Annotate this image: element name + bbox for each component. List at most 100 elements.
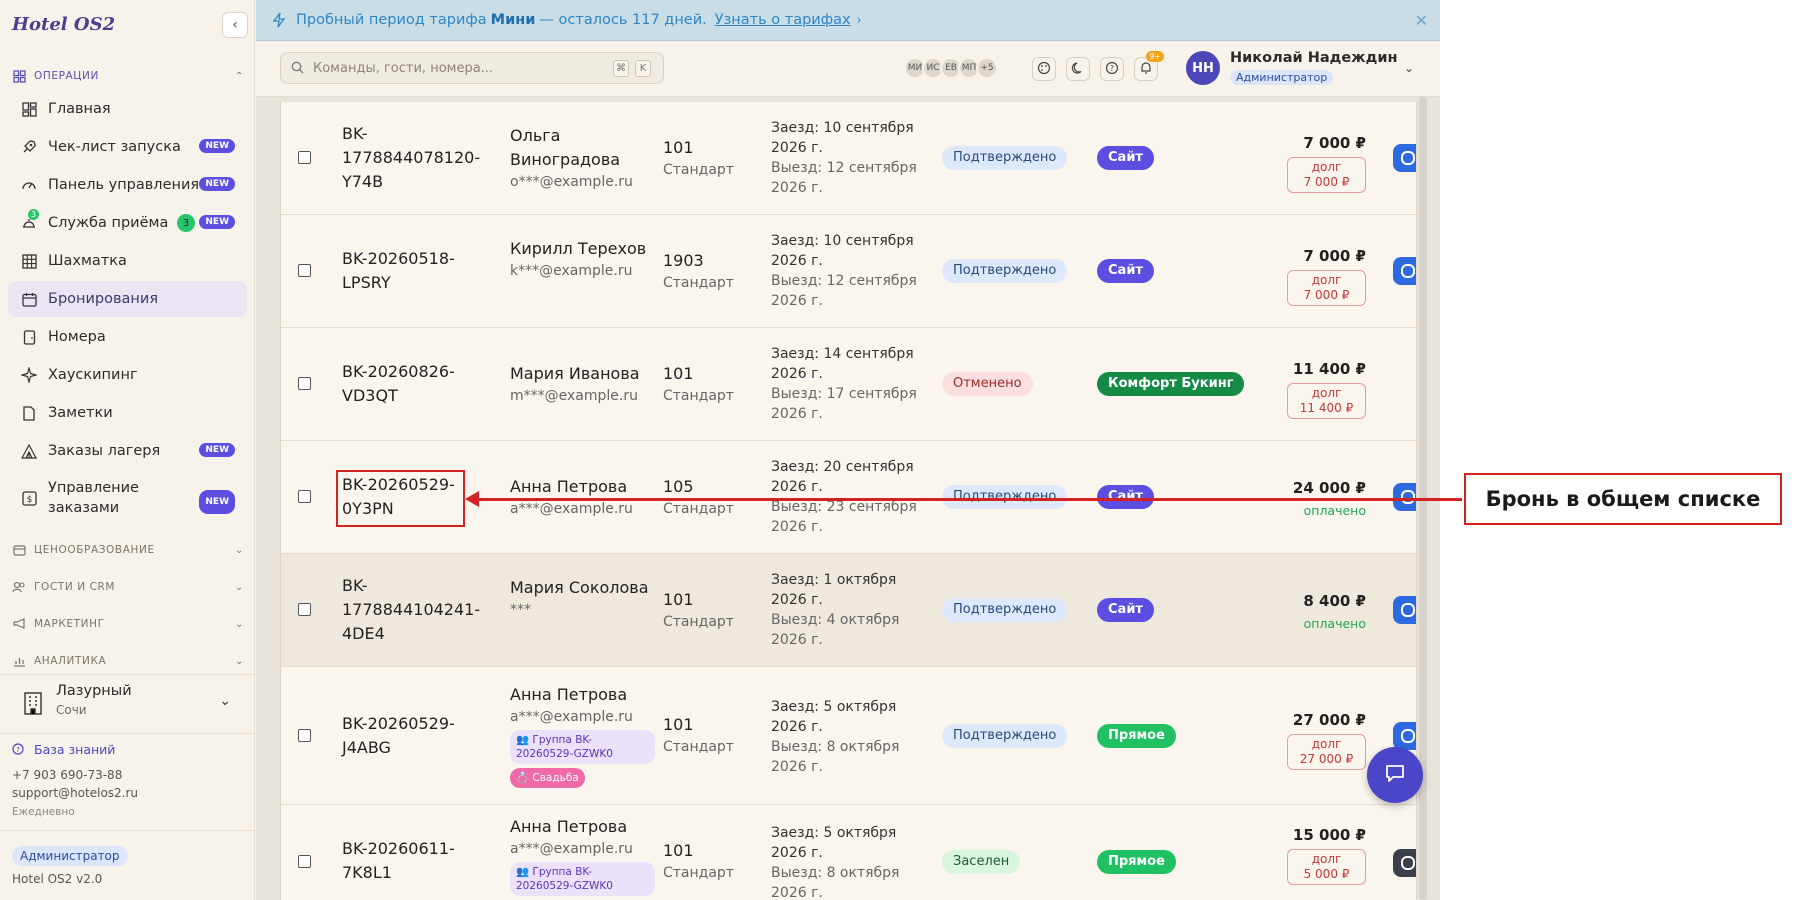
checkin-date: Заезд: 5 октября 2026 г. xyxy=(771,699,897,735)
support-hours: Ежедневно xyxy=(12,806,75,818)
help-button[interactable]: ? xyxy=(1100,57,1124,81)
support-email[interactable]: support@hotelos2.ru xyxy=(12,786,138,800)
sidebar-item-chessboard[interactable]: Шахматка xyxy=(8,243,247,279)
sidebar-item-label: Главная xyxy=(48,101,111,117)
sidebar-item-camp-orders[interactable]: Заказы лагеря NEW xyxy=(8,433,247,469)
support-phone[interactable]: +7 903 690-73-88 xyxy=(12,768,122,782)
room-cell: 105 Стандарт xyxy=(663,475,753,519)
sidebar-item-housekeeping[interactable]: Хаускипинг xyxy=(8,357,247,393)
collapse-sidebar-button[interactable]: ‹ xyxy=(222,12,248,38)
highlight-box xyxy=(336,470,465,527)
booking-id[interactable]: BK-20260611-7K8L1 xyxy=(342,837,492,885)
sidebar-item-bookings[interactable]: Бронирования xyxy=(8,281,247,317)
brand-logo[interactable]: Hotel OS2 xyxy=(12,14,115,35)
close-banner-icon[interactable]: ✕ xyxy=(1415,11,1428,30)
event-tag: 💍 Свадьба xyxy=(510,768,585,788)
row-checkbox[interactable] xyxy=(298,490,311,503)
row-checkbox[interactable] xyxy=(298,151,311,164)
sidebar-item-order-management[interactable]: $ Управление заказами NEW xyxy=(8,474,247,522)
section-marketing[interactable]: МАРКЕТИНГ ⌄ xyxy=(12,615,244,633)
user-avatar[interactable]: НН xyxy=(1186,51,1220,85)
table-row[interactable]: BK-20260518-LPSRY Кирилл Терехов k***@ex… xyxy=(281,215,1416,328)
row-action-button[interactable] xyxy=(1393,849,1416,877)
sidebar-item-rooms[interactable]: Номера xyxy=(8,319,247,355)
sidebar-item-launch-checklist[interactable]: Чек-лист запуска NEW xyxy=(8,129,247,165)
user-name[interactable]: Николай Надеждин xyxy=(1230,50,1398,66)
chevron-down-icon: ⌄ xyxy=(235,618,244,630)
moon-icon xyxy=(1071,60,1085,79)
guest-name[interactable]: Мария Иванова xyxy=(510,362,655,386)
guest-name[interactable]: Анна Петрова xyxy=(510,815,655,839)
online-users[interactable]: МИ ИС ЕВ МП +5 xyxy=(904,57,998,79)
row-checkbox[interactable] xyxy=(298,603,311,616)
row-action-button[interactable] xyxy=(1393,722,1416,750)
grid-icon xyxy=(12,69,26,83)
room-number: 105 xyxy=(663,477,694,496)
building-icon xyxy=(22,691,46,715)
section-analytics[interactable]: АНАЛИТИКА ⌄ xyxy=(12,652,244,670)
booking-id[interactable]: BK-20260826-VD3QT xyxy=(342,360,492,408)
hotel-switcher[interactable]: Лазурный Сочи ⌄ xyxy=(0,674,255,734)
new-badge: NEW xyxy=(199,490,235,514)
table-row[interactable]: BK-1778844078120-Y74B Ольга Виноградова … xyxy=(281,102,1416,215)
table-row[interactable]: BK-20260611-7K8L1 Анна Петрова a***@exam… xyxy=(281,805,1416,900)
source-badge: Комфорт Букинг xyxy=(1097,372,1245,396)
users-icon xyxy=(12,580,26,594)
sidebar-item-home[interactable]: Главная xyxy=(8,91,247,127)
app-version: Hotel OS2 v2.0 xyxy=(12,872,103,886)
sidebar-item-control-panel[interactable]: Панель управления NEW xyxy=(8,167,247,203)
room-cell: 101 Стандарт xyxy=(663,713,753,757)
booking-id[interactable]: BK-20260518-LPSRY xyxy=(342,247,492,295)
guest-name[interactable]: Ольга Виноградова xyxy=(510,124,655,172)
new-badge: NEW xyxy=(199,215,235,229)
sidebar-item-label: Хаускипинг xyxy=(48,367,138,383)
section-pricing[interactable]: ЦЕНООБРАЗОВАНИЕ ⌄ xyxy=(12,541,244,559)
sidebar-item-notes[interactable]: Заметки xyxy=(8,395,247,431)
chat-button[interactable] xyxy=(1367,747,1423,803)
sidebar-item-front-desk[interactable]: 3 Служба приёма 3 NEW xyxy=(8,205,247,241)
room-cell: 101 Стандарт xyxy=(663,839,753,883)
row-action-button[interactable] xyxy=(1393,144,1416,172)
group-tag[interactable]: 👥 Группа BK-20260529-GZWK0 xyxy=(510,862,655,896)
row-checkbox[interactable] xyxy=(298,264,311,277)
row-action-button[interactable] xyxy=(1393,483,1416,511)
annotation-arrow-line xyxy=(476,498,1462,501)
checkout-date: Выезд: 4 октября 2026 г. xyxy=(771,612,900,648)
sidebar-item-label: Чек-лист запуска xyxy=(48,139,181,155)
notification-count: 9+ xyxy=(1146,51,1164,62)
dark-mode-button[interactable] xyxy=(1066,57,1090,81)
row-checkbox[interactable] xyxy=(298,729,311,742)
section-guests-crm[interactable]: ГОСТИ И CRM ⌄ xyxy=(12,578,244,596)
booking-id[interactable]: BK-1778844104241-4DE4 xyxy=(342,574,492,646)
theme-palette-button[interactable] xyxy=(1032,57,1056,81)
guest-name[interactable]: Анна Петрова xyxy=(510,683,655,707)
booking-id[interactable]: BK-1778844078120-Y74B xyxy=(342,122,492,194)
row-action-button[interactable] xyxy=(1393,257,1416,285)
notifications-button[interactable]: 9+ xyxy=(1134,51,1164,81)
table-row[interactable]: BK-1778844104241-4DE4 Мария Соколова ***… xyxy=(281,554,1416,667)
guest-cell: Анна Петрова a***@example.ru 👥 Группа BK… xyxy=(510,683,655,788)
row-checkbox[interactable] xyxy=(298,855,311,868)
guest-name[interactable]: Кирилл Терехов xyxy=(510,237,655,261)
guest-name[interactable]: Мария Соколова xyxy=(510,576,655,600)
table-row[interactable]: BK-20260529-J4ABG Анна Петрова a***@exam… xyxy=(281,667,1416,805)
knowledge-base-link[interactable]: ? База знаний xyxy=(12,742,115,757)
room-cell: 101 Стандарт xyxy=(663,136,753,180)
debt-label: долг xyxy=(1311,737,1342,751)
row-action-button[interactable] xyxy=(1393,596,1416,624)
booking-amount: 7 000 ₽ xyxy=(1303,134,1366,152)
guest-name[interactable]: Анна Петрова xyxy=(510,475,655,499)
row-checkbox[interactable] xyxy=(298,377,311,390)
table-row[interactable]: BK-20260826-VD3QT Мария Иванова m***@exa… xyxy=(281,328,1416,441)
chevron-down-icon[interactable]: ⌄ xyxy=(1404,61,1414,75)
room-cell: 1903 Стандарт xyxy=(663,249,753,293)
more-users-count[interactable]: +5 xyxy=(976,57,998,79)
section-operations[interactable]: ОПЕРАЦИИ ⌃ xyxy=(12,67,244,85)
pricing-link[interactable]: Узнать о тарифах xyxy=(715,12,851,28)
section-pricing-label: ЦЕНООБРАЗОВАНИЕ xyxy=(34,544,155,556)
checkin-date: Заезд: 20 сентября 2026 г. xyxy=(771,459,914,495)
search-input[interactable] xyxy=(313,60,593,76)
command-search[interactable]: ⌘ K xyxy=(280,52,664,84)
group-tag[interactable]: 👥 Группа BK-20260529-GZWK0 xyxy=(510,730,655,764)
booking-id[interactable]: BK-20260529-J4ABG xyxy=(342,712,492,760)
